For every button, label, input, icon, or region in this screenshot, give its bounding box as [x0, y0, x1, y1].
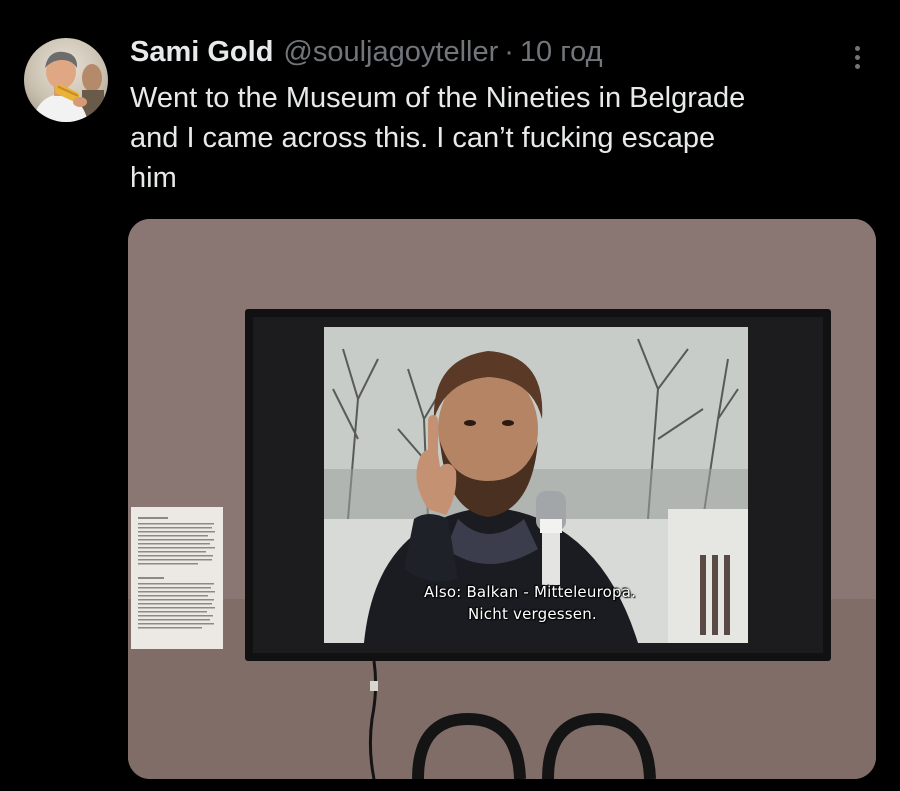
author-handle[interactable]: @souljagoyteller: [283, 32, 498, 72]
tweet-header: Sami Gold @souljagoyteller · 10 год: [130, 32, 603, 72]
tweet-text: Went to the Museum of the Nineties in Be…: [130, 82, 746, 194]
timestamp[interactable]: 10 год: [520, 32, 603, 72]
avatar[interactable]: [24, 38, 108, 122]
subtitle-line-1: Also: Balkan - Mitteleuropa.: [424, 583, 637, 601]
more-options-icon[interactable]: [840, 40, 874, 74]
author-display-name[interactable]: Sami Gold: [130, 32, 273, 72]
separator-dot: ·: [504, 36, 514, 68]
tweet-photo[interactable]: Also: Balkan - Mitteleuropa. Nicht verge…: [128, 219, 876, 779]
subtitle-line-2: Nicht vergessen.: [468, 605, 597, 623]
tweet[interactable]: Sami Gold @souljagoyteller · 10 год Went…: [0, 0, 900, 791]
